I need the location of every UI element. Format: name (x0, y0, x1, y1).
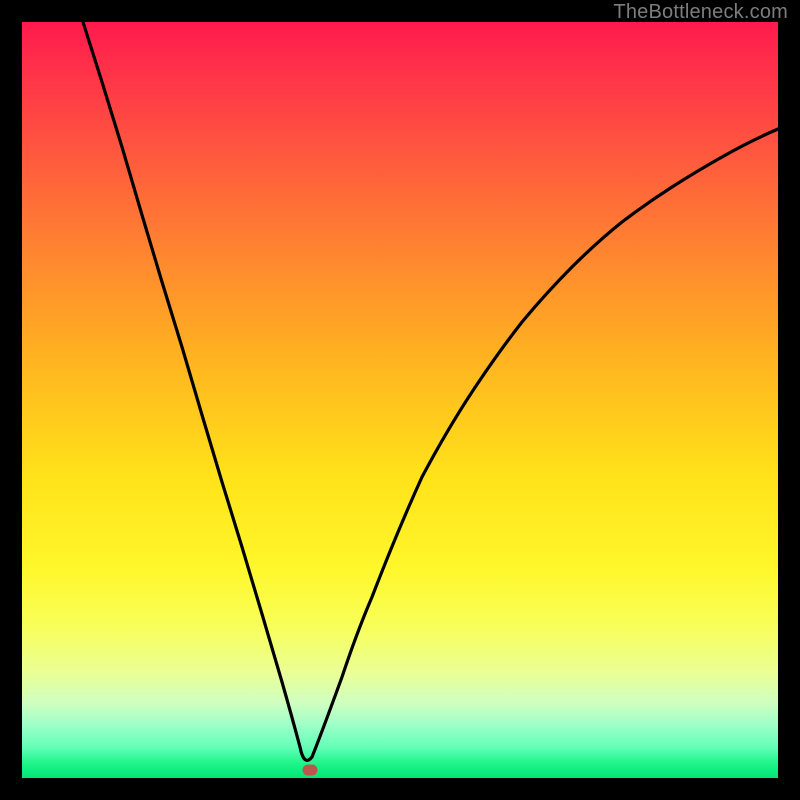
curve-svg (22, 22, 778, 778)
watermark-text: TheBottleneck.com (613, 1, 788, 24)
bottleneck-curve (83, 22, 778, 760)
plot-area (22, 22, 778, 778)
chart-frame: TheBottleneck.com (0, 0, 800, 800)
optimal-marker (303, 765, 318, 776)
